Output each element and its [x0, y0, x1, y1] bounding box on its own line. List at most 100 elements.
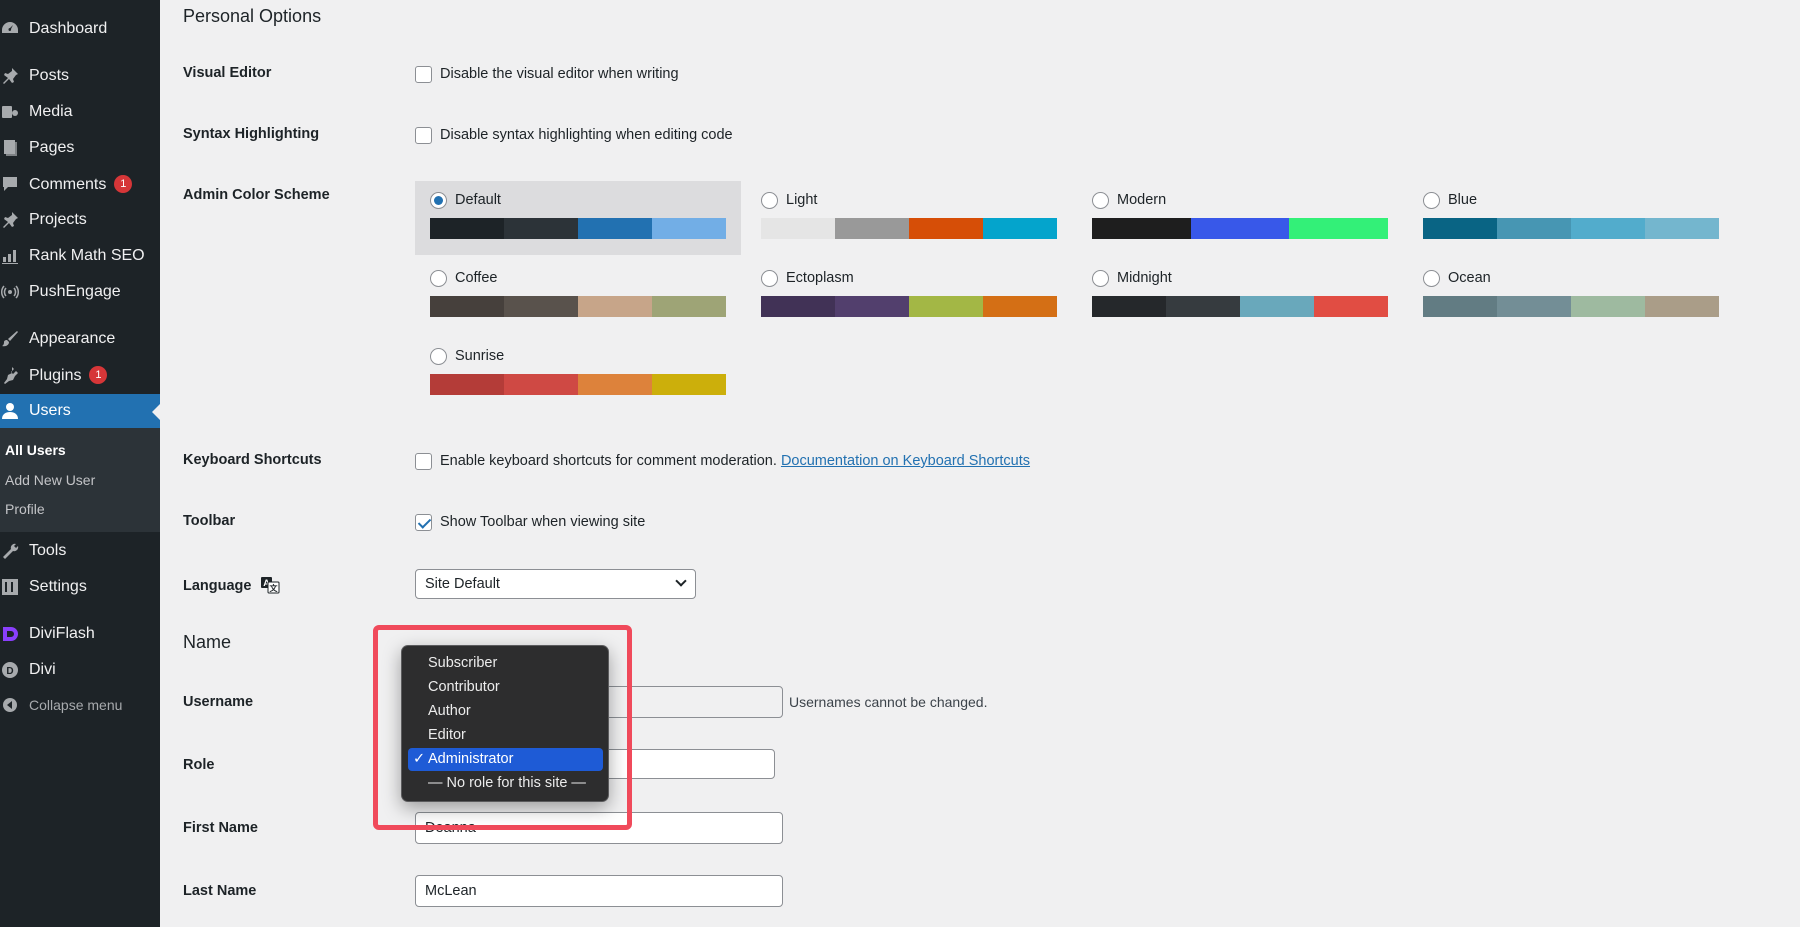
show-toolbar-checkbox[interactable]	[415, 514, 432, 531]
color-swatch	[983, 218, 1057, 239]
color-scheme-radio[interactable]	[1092, 270, 1109, 287]
role-option-no-role[interactable]: — No role for this site —	[408, 772, 603, 795]
color-swatch	[1092, 218, 1191, 239]
translation-icon: A文	[260, 576, 280, 598]
last-name-label: Last Name	[183, 883, 257, 899]
sidebar-item-comments[interactable]: Comments 1	[0, 167, 160, 201]
color-scheme-radio[interactable]	[1423, 192, 1440, 209]
disable-visual-editor-checkbox[interactable]	[415, 66, 432, 83]
disable-visual-editor-label[interactable]: Disable the visual editor when writing	[440, 66, 679, 82]
sidebar-item-posts[interactable]: Posts	[0, 59, 160, 93]
color-scheme-radio[interactable]	[761, 270, 778, 287]
color-scheme-ocean[interactable]: Ocean	[1408, 259, 1734, 333]
color-swatch	[835, 296, 909, 317]
color-scheme-midnight[interactable]: Midnight	[1077, 259, 1403, 333]
color-scheme-radio[interactable]	[430, 192, 447, 209]
show-toolbar-label[interactable]: Show Toolbar when viewing site	[440, 514, 645, 530]
collapse-menu-button[interactable]: Collapse menu	[0, 688, 160, 722]
sidebar-item-diviflash[interactable]: DiviFlash	[0, 617, 160, 651]
color-scheme-radio[interactable]	[430, 348, 447, 365]
role-label: Role	[183, 757, 215, 773]
toolbar-label: Toolbar	[183, 513, 236, 529]
last-name-input[interactable]: McLean	[415, 875, 783, 907]
role-dropdown-menu: Subscriber Contributor Author Editor ✓ A…	[401, 645, 609, 802]
color-swatch	[652, 296, 726, 317]
checkmark-icon: ✓	[413, 751, 426, 767]
color-swatch	[761, 218, 835, 239]
language-label-row: Language A文	[183, 576, 280, 598]
keyboard-shortcuts-checkbox[interactable]	[415, 453, 432, 470]
chevron-down-icon	[675, 575, 687, 587]
color-swatch	[430, 296, 504, 317]
sidebar-item-plugins[interactable]: Plugins 1	[0, 358, 160, 392]
brush-icon	[0, 329, 20, 349]
color-scheme-default[interactable]: Default	[415, 181, 741, 255]
users-submenu: All Users Add New User Profile	[0, 428, 160, 532]
color-swatch	[1645, 218, 1719, 239]
sidebar-item-projects[interactable]: Projects	[0, 203, 160, 237]
color-swatches	[1423, 218, 1719, 239]
sidebar-item-media[interactable]: Media	[0, 95, 160, 129]
disable-syntax-highlighting-checkbox[interactable]	[415, 127, 432, 144]
role-option-contributor[interactable]: Contributor	[408, 676, 603, 699]
color-scheme-radio[interactable]	[430, 270, 447, 287]
chart-icon	[0, 246, 20, 266]
sidebar-item-pages[interactable]: Pages	[0, 131, 160, 165]
color-swatch	[578, 374, 652, 395]
role-option-author[interactable]: Author	[408, 700, 603, 723]
color-scheme-radio[interactable]	[761, 192, 778, 209]
color-swatches	[430, 218, 726, 239]
media-icon	[0, 102, 20, 122]
color-swatches	[1092, 296, 1388, 317]
sidebar-item-divi[interactable]: D Divi	[0, 653, 160, 687]
color-swatches	[430, 296, 726, 317]
color-swatches	[761, 218, 1057, 239]
color-scheme-radio[interactable]	[1092, 192, 1109, 209]
color-swatch	[578, 296, 652, 317]
color-scheme-coffee[interactable]: Coffee	[415, 259, 741, 333]
color-swatch	[1423, 296, 1497, 317]
submenu-add-new-user[interactable]: Add New User	[5, 472, 95, 488]
color-swatch	[983, 296, 1057, 317]
color-swatch	[430, 374, 504, 395]
color-swatch	[1571, 296, 1645, 317]
pin-icon	[0, 210, 20, 230]
sidebar-item-pushengage[interactable]: PushEngage	[0, 275, 160, 309]
color-swatch	[1497, 296, 1571, 317]
submenu-profile[interactable]: Profile	[5, 501, 45, 517]
color-scheme-modern[interactable]: Modern	[1077, 181, 1403, 255]
color-swatch	[761, 296, 835, 317]
plugin-icon	[0, 365, 20, 385]
color-scheme-light[interactable]: Light	[746, 181, 1072, 255]
color-scheme-sunrise[interactable]: Sunrise	[415, 337, 741, 411]
color-scheme-radio[interactable]	[1423, 270, 1440, 287]
sidebar-item-dashboard[interactable]: Dashboard	[0, 12, 160, 46]
sidebar-item-tools[interactable]: Tools	[0, 534, 160, 568]
role-option-administrator[interactable]: ✓ Administrator	[408, 748, 603, 771]
color-swatch	[1240, 296, 1314, 317]
color-swatch	[578, 218, 652, 239]
sidebar-item-appearance[interactable]: Appearance	[0, 322, 160, 356]
color-scheme-blue[interactable]: Blue	[1408, 181, 1734, 255]
color-swatches	[1423, 296, 1719, 317]
color-swatch	[835, 218, 909, 239]
color-swatch	[1289, 218, 1389, 239]
role-option-editor[interactable]: Editor	[408, 724, 603, 747]
color-swatch	[1190, 218, 1290, 239]
pin-icon	[0, 66, 20, 86]
sidebar-item-settings[interactable]: Settings	[0, 570, 160, 604]
sidebar-item-users[interactable]: Users	[0, 394, 160, 428]
admin-color-scheme-label: Admin Color Scheme	[183, 187, 330, 203]
comments-icon	[0, 174, 20, 194]
keyboard-shortcuts-checkbox-label[interactable]: Enable keyboard shortcuts for comment mo…	[440, 453, 1030, 469]
sidebar-item-rank-math-seo[interactable]: Rank Math SEO	[0, 239, 160, 273]
role-option-subscriber[interactable]: Subscriber	[408, 652, 603, 675]
svg-text:文: 文	[269, 583, 278, 593]
keyboard-shortcuts-docs-link[interactable]: Documentation on Keyboard Shortcuts	[781, 453, 1030, 469]
submenu-all-users[interactable]: All Users	[5, 442, 66, 458]
settings-icon	[0, 577, 20, 597]
disable-syntax-highlighting-label[interactable]: Disable syntax highlighting when editing…	[440, 127, 733, 143]
color-swatches	[761, 296, 1057, 317]
language-select[interactable]: Site Default	[415, 569, 696, 599]
color-scheme-ectoplasm[interactable]: Ectoplasm	[746, 259, 1072, 333]
